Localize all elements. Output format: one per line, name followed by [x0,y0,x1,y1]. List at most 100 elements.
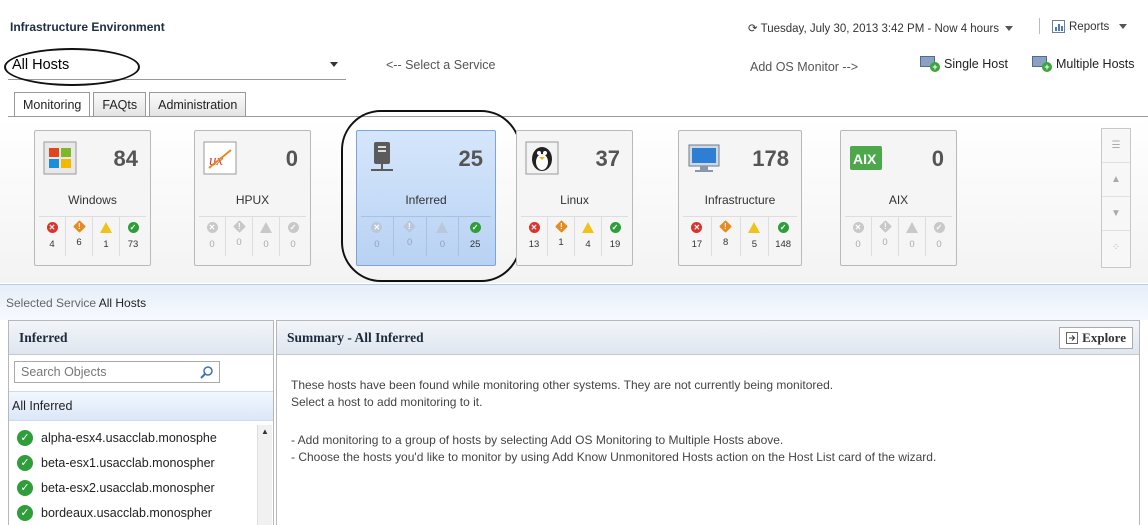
scrollbar[interactable]: ▲ [257,425,272,525]
critical-icon: ✕ [691,222,703,233]
major-stat[interactable]: ! 0 [872,217,899,256]
search-input[interactable]: Search Objects [14,361,220,383]
major-count: 0 [236,237,242,248]
tile-windows[interactable]: 84 Windows ✕ 4 ! 6 1 ✓ 73 [34,130,151,266]
warning-count: 0 [263,239,269,250]
tile-hpux[interactable]: ux 0 HPUX ✕0 !0 0 ✓0 [194,130,311,266]
summary-panel: Summary - All Inferred Explore These hos… [276,320,1140,525]
grid-view-icon[interactable]: ⁘ [1102,231,1130,265]
add-os-monitor-label: Add OS Monitor --> [750,60,859,74]
list-item[interactable]: ✓ bordeaux.usacclab.monospher [9,501,257,525]
ok-icon: ✓ [609,222,621,233]
scroll-up-icon[interactable]: ▲ [1102,163,1130,197]
list-view-icon[interactable]: ☰ [1102,129,1130,163]
list-item[interactable]: ✓ beta-esx1.usacclab.monospher [9,451,257,475]
windows-icon [43,141,77,175]
panel-title: Inferred [9,321,273,355]
tile-aix[interactable]: AIX 0 AIX ✕ 0 ! 0 0 ✓ 0 [840,130,957,266]
critical-count: 0 [855,239,861,250]
warning-icon [260,222,272,233]
monitor-icon [688,144,720,172]
warning-stat[interactable]: 5 [741,217,770,256]
tile-alarm-counts: ✕ 13 ! 1 4 ✓ 19 [521,216,628,256]
critical-count: 17 [691,239,703,250]
critical-stat[interactable]: ✕ 4 [39,217,66,256]
tile-alarm-counts: ✕ 0 ! 0 0 ✓ 0 [845,216,952,256]
tile-linux[interactable]: 37 Linux ✕ 13 ! 1 4 ✓ 19 [516,130,633,266]
tile-alarm-counts: ✕ 17 ! 8 5 ✓ 148 [683,216,797,256]
single-host-button[interactable]: + Single Host [920,56,1008,72]
add-host-icon: + [920,56,940,72]
critical-stat[interactable]: ✕ 13 [521,217,548,256]
ok-stat[interactable]: ✓ 0 [926,217,952,256]
scroll-up-icon[interactable]: ▲ [258,425,272,439]
critical-stat[interactable]: ✕ 0 [199,217,226,256]
selected-service-bar: Selected Service All Hosts [0,284,1148,320]
warning-stat[interactable]: 1 [93,217,120,256]
tab-monitoring[interactable]: Monitoring [14,92,91,118]
host-name: beta-esx2.usacclab.monospher [41,481,215,495]
search-icon[interactable] [200,365,213,379]
tab-administration[interactable]: Administration [149,92,247,117]
ok-stat[interactable]: ✓ 148 [769,217,797,256]
tab-faqts[interactable]: FAQts [93,92,147,117]
multiple-hosts-button[interactable]: + Multiple Hosts [1032,56,1135,72]
tile-name: Windows [68,193,117,207]
host-name: bordeaux.usacclab.monospher [41,506,212,520]
summary-line: Select a host to add monitoring to it. [291,395,483,409]
time-range-selector[interactable]: ⟳ Tuesday, July 30, 2013 3:42 PM - Now 4… [748,21,1014,35]
major-icon: ! [72,220,86,233]
scroll-down-icon[interactable]: ▼ [1102,197,1130,231]
list-item[interactable]: ✓ alpha-esx4.usacclab.monosphe [9,426,257,450]
major-stat[interactable]: ! 8 [712,217,741,256]
tile-count: 84 [113,146,138,171]
major-stat[interactable]: ! 0 [226,217,253,256]
summary-line: These hosts have been found while monito… [291,378,834,392]
warning-count: 0 [909,239,915,250]
major-stat[interactable]: ! 1 [548,217,575,256]
ok-stat[interactable]: ✓ 0 [280,217,306,256]
major-count: 0 [882,237,888,248]
critical-stat[interactable]: ✕ 0 [845,217,872,256]
warning-count: 4 [585,239,591,250]
host-name: beta-esx1.usacclab.monospher [41,456,215,470]
tile-count: 0 [285,146,298,171]
panel-title: Summary - All Inferred [277,321,1139,355]
critical-stat[interactable]: ✕ 17 [683,217,712,256]
major-stat[interactable]: ! 6 [66,217,93,256]
reports-label: Reports [1069,20,1110,33]
critical-icon: ✕ [206,222,218,233]
select-service-hint: <-- Select a Service [386,58,496,72]
summary-line: - Add monitoring to a group of hosts by … [291,433,784,447]
linux-penguin-icon [525,141,559,175]
tab-bar: Monitoring FAQts Administration [14,92,247,118]
warning-stat[interactable]: 4 [575,217,602,256]
explore-button[interactable]: Explore [1059,327,1133,349]
summary-line: - Choose the hosts you'd like to monitor… [291,450,937,464]
svg-text:AIX: AIX [853,151,877,167]
reports-menu-button[interactable]: Reports [1052,20,1128,33]
report-icon [1052,20,1065,33]
all-inferred-item[interactable]: All Inferred [9,391,273,421]
aix-icon: AIX [850,146,882,170]
ok-count: 19 [609,239,621,250]
tile-count: 178 [752,146,789,171]
tile-infrastructure[interactable]: 178 Infrastructure ✕ 17 ! 8 5 ✓ 148 [678,130,802,266]
warning-stat[interactable]: 0 [899,217,926,256]
critical-icon: ✕ [528,222,540,233]
ok-icon: ✓ [933,222,945,233]
critical-icon: ✕ [852,222,864,233]
major-icon: ! [878,220,892,233]
warning-icon [748,222,761,233]
divider [8,116,1148,117]
ok-stat[interactable]: ✓ 19 [602,217,628,256]
critical-icon: ✕ [46,222,58,233]
warning-stat[interactable]: 0 [253,217,280,256]
list-item[interactable]: ✓ beta-esx2.usacclab.monospher [9,476,257,500]
ok-stat[interactable]: ✓ 73 [120,217,146,256]
tile-name: HPUX [235,193,270,207]
tile-count: 37 [595,146,620,171]
page-title: Infrastructure Environment [10,20,165,34]
ok-count: 148 [775,239,792,250]
major-count: 1 [558,237,564,248]
